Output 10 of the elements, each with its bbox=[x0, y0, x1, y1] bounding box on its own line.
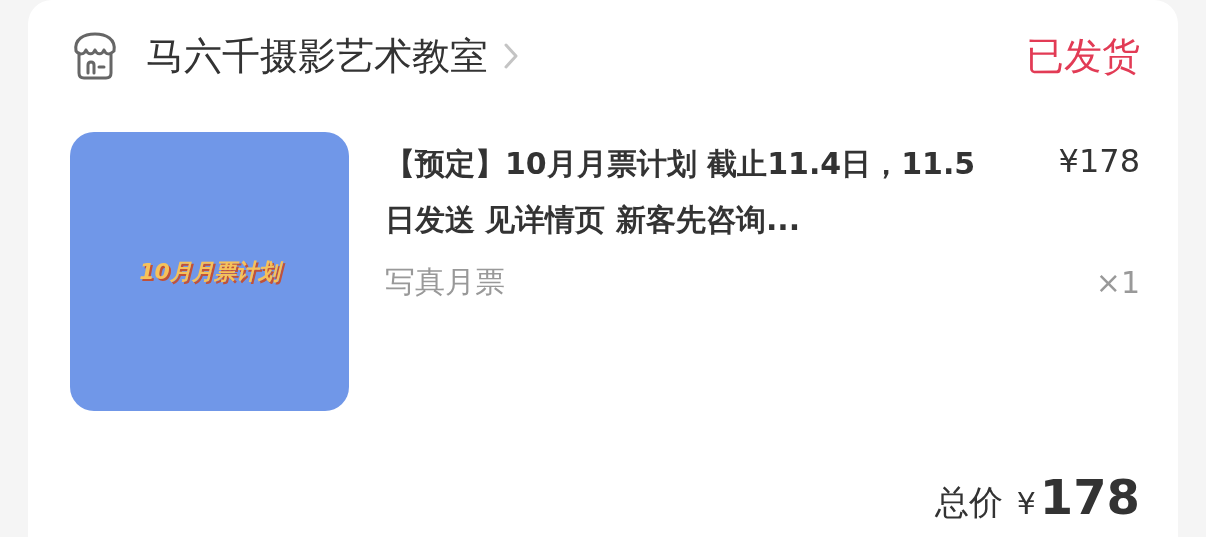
product-category: 写真月票 bbox=[385, 263, 505, 301]
total-label: 总价 bbox=[934, 481, 1003, 524]
order-status: 已发货 bbox=[1026, 32, 1140, 80]
product-title[interactable]: 【预定】10月月票计划 截止11.4日，11.5日发送 见详情页 新客先咨询... bbox=[385, 136, 1005, 248]
chevron-right-icon bbox=[504, 43, 518, 69]
total-amount: 178 bbox=[1039, 469, 1140, 525]
shop-name[interactable]: 马六千摄影艺术教室 bbox=[146, 30, 488, 82]
product-quantity: ×1 bbox=[1095, 265, 1140, 300]
total-currency: ¥ bbox=[1016, 486, 1036, 521]
product-price: ¥178 bbox=[1058, 142, 1140, 180]
